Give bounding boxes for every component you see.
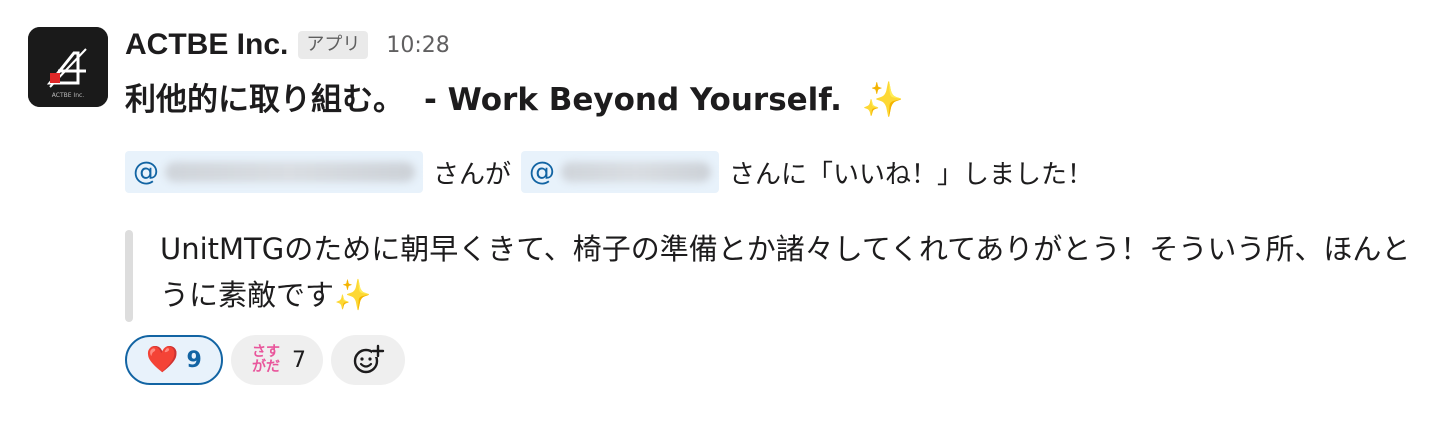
reaction-bar: ❤️ 9 さす がだ 7: [125, 335, 1425, 385]
add-reaction-icon: [353, 344, 385, 374]
mention-at: @: [529, 157, 556, 187]
user-mention-giver[interactable]: @: [125, 151, 423, 193]
quote-block: UnitMTGのために朝早くきて、椅子の準備とか諸々してくれてありがとう！そうい…: [125, 226, 1420, 322]
title-english: - Work Beyond Yourself.: [424, 82, 842, 118]
mention-at: @: [133, 157, 159, 187]
redacted-username: [561, 162, 712, 182]
sender-name[interactable]: ACTBE Inc.: [125, 28, 288, 62]
quote-bar: [125, 230, 133, 322]
app-badge: アプリ: [298, 31, 369, 59]
sparkles-icon: ✨: [334, 278, 372, 313]
reaction-count: 7: [292, 347, 306, 373]
redacted-username: [165, 162, 415, 182]
connector-text-1: さんが: [433, 159, 512, 190]
message-title: 利他的に取り組む。 - Work Beyond Yourself. ✨: [125, 78, 1425, 122]
actbe-logo-icon: ACTBE Inc.: [28, 27, 108, 107]
kudos-line: @ さんが @ さんに「いいね！」しました！: [125, 150, 1425, 194]
message-timestamp[interactable]: 10:28: [386, 33, 449, 58]
title-japanese: 利他的に取り組む。: [125, 82, 404, 118]
message-content: ACTBE Inc. アプリ 10:28 利他的に取り組む。 - Work Be…: [125, 22, 1425, 385]
reaction-count: 9: [186, 347, 202, 373]
reaction-heart[interactable]: ❤️ 9: [125, 335, 223, 385]
sparkles-icon: ✨: [861, 80, 905, 120]
heart-icon: ❤️: [146, 345, 179, 375]
reaction-sasuga[interactable]: さす がだ 7: [231, 335, 323, 385]
app-avatar[interactable]: ACTBE Inc.: [28, 27, 108, 107]
sasuga-emoji-icon: さす がだ: [252, 344, 280, 375]
message-header: ACTBE Inc. アプリ 10:28: [125, 22, 1425, 68]
connector-text-2: さんに「いいね！」しました！: [729, 159, 1094, 190]
add-reaction-button[interactable]: [331, 335, 405, 385]
svg-text:ACTBE Inc.: ACTBE Inc.: [52, 92, 85, 99]
user-mention-receiver[interactable]: @: [521, 151, 720, 193]
